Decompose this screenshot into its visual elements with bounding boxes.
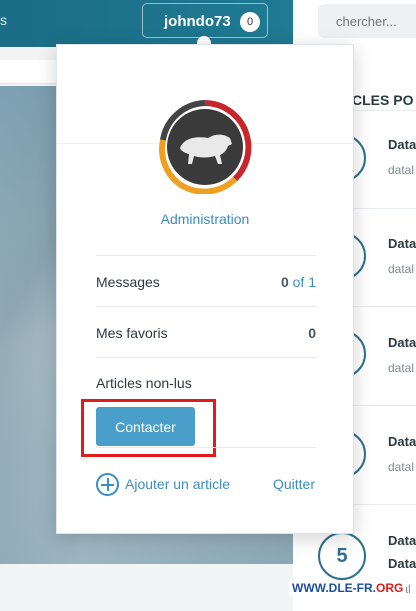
article-meta: datal [388,262,415,276]
article-title[interactable]: Data [388,236,416,251]
article-title[interactable]: Data [388,533,416,548]
favorites-count: 0 [308,325,316,341]
user-dropdown-menu: Administration Messages 0 of 1 Mes favor… [56,44,354,534]
watermark: WWW.DLE-FR.ORG [289,580,407,596]
add-article-label: Ajouter un article [125,476,231,492]
article-title[interactable]: Data [388,137,416,152]
article-title-2[interactable]: Data [388,556,416,571]
top-nav-bar: s johndo73 0 [0,0,293,47]
contact-button[interactable]: Contacter [96,407,195,446]
group-link-administration[interactable]: Administration [57,211,353,227]
menu-row-favorites[interactable]: Mes favoris 0 [96,306,316,357]
sidebar-title: CLES PO [352,92,414,108]
rank-badge: 5 [318,532,366,580]
favorites-label: Mes favoris [96,325,168,341]
nav-item-partial[interactable]: s [0,12,7,28]
messages-label: Messages [96,274,160,290]
article-meta: datal [388,361,415,375]
logout-link[interactable]: Quitter [273,476,315,492]
unread-label: Articles non-lus [96,375,192,391]
menu-divider [96,447,316,448]
messages-count: 0 of 1 [280,274,316,290]
article-title[interactable]: Data [388,434,416,449]
article-title[interactable]: Data [388,335,416,350]
content-footer [0,564,293,611]
notification-badge: 0 [240,12,260,32]
search-input[interactable] [318,4,416,38]
plus-circle-icon [96,473,119,496]
menu-row-messages[interactable]: Messages 0 of 1 [96,255,316,306]
user-menu-toggle[interactable]: johndo73 0 [142,3,268,38]
article-meta: datal [388,460,415,474]
username: johndo73 [164,13,231,30]
article-meta: datal [388,163,415,177]
user-avatar[interactable] [158,100,252,194]
